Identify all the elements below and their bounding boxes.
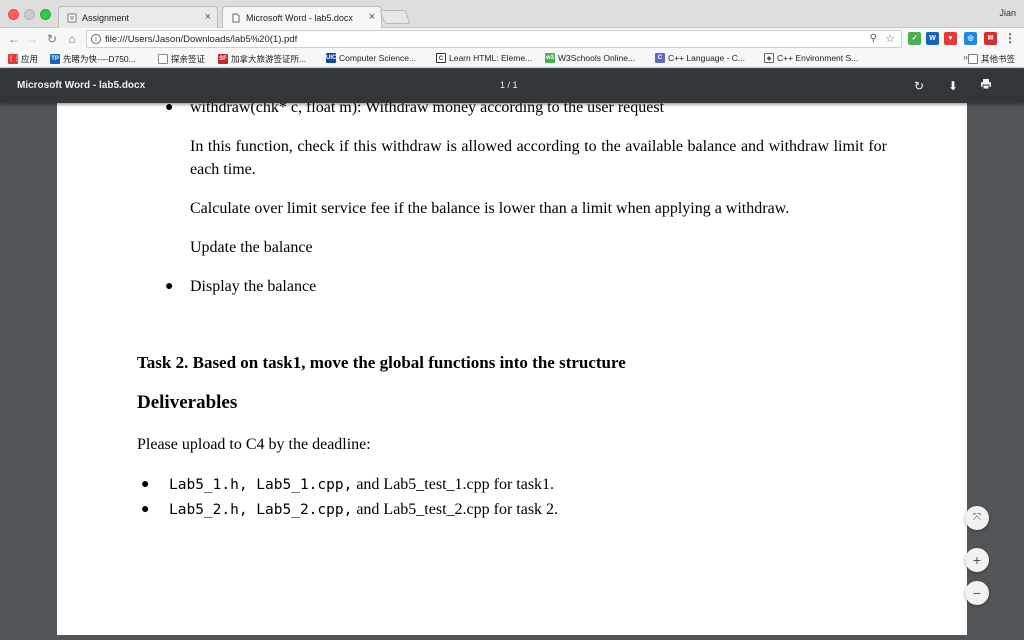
mail-extension-icon[interactable]: ✉ [984,32,997,45]
bookmark-w3schools[interactable]: w3 W3Schools Online... [545,53,635,63]
display-item: Display the balance [190,278,317,295]
w3schools-icon: w3 [545,53,555,63]
zoom-in-icon[interactable]: + [965,548,989,572]
bookmark-apps[interactable]: ⋮⋮ 应用 [8,53,38,65]
bullet-icon: ● [165,103,174,115]
minimize-window-button[interactable] [24,9,35,20]
pdf-title: Microsoft Word - lab5.docx [17,80,146,91]
file-icon [158,54,168,64]
bookmark-label: W3Schools Online... [558,53,636,63]
zoom-out-icon[interactable]: − [965,581,989,605]
deliverable-item-2: Lab5_2.h, Lab5_2.cpp, and Lab5_test_2.cp… [169,498,558,522]
info-icon[interactable]: i [91,34,101,44]
update-paragraph: Update the balance [190,239,313,256]
menu-dots-icon[interactable]: ⋮ [1004,31,1016,45]
withdraw-item: withdraw(chk* c, float m): Withdraw mone… [190,103,665,116]
address-bar[interactable]: i file:///Users/Jason/Downloads/lab5%20(… [86,30,902,48]
deliverable-code: Lab5_1.h, Lab5_1.cpp, [169,477,353,493]
bookmark-cpp-environment[interactable]: ◈ C++ Environment S... [764,53,858,63]
bookmark-star-icon[interactable]: ☆ [885,32,895,45]
task2-heading: Task 2. Based on task1, move the global … [137,353,626,372]
withdraw-paragraph: In this function, check if this withdraw… [190,138,887,178]
bookmark-label: 其他书签 [981,54,1016,64]
screenshot-extension-icon[interactable]: ◎ [964,32,977,45]
bullet-icon: ● [141,477,150,492]
fit-page-icon[interactable]: ⤧ [965,506,989,530]
bookmark-label: Computer Science... [339,53,417,63]
print-icon[interactable] [978,78,994,94]
tab-assignment[interactable]: Assignment × [58,6,218,28]
gear-icon: ◈ [764,53,774,63]
bookmark-d750[interactable]: TP 先睹为快----D750... [50,53,136,65]
forward-icon[interactable]: → [24,31,40,47]
page-indicator: 1 / 1 [500,80,518,90]
cplusplus-icon: C [655,53,665,63]
tab-lab5-pdf[interactable]: Microsoft Word - lab5.docx × [222,6,382,28]
close-window-button[interactable] [8,9,19,20]
download-icon[interactable]: ⬇ [945,78,961,94]
browser-toolbar: ← → ↻ ⌂ i file:///Users/Jason/Downloads/… [0,28,1024,50]
bookmark-learn-html[interactable]: C Learn HTML: Eleme... [436,53,532,63]
back-icon[interactable]: ← [6,31,22,47]
maximize-window-button[interactable] [40,9,51,20]
rotate-icon[interactable]: ↻ [911,78,927,94]
bookmark-canada-visa[interactable]: SF 加拿大旅游签证所... [218,53,306,65]
deliverable-item-1: Lab5_1.h, Lab5_1.cpp, and Lab5_test_1.cp… [169,473,554,497]
chrome-extension-icon[interactable]: ✓ [908,32,921,45]
file-icon [231,13,241,23]
document-icon [67,13,77,23]
deliverable-text: and Lab5_test_1.cpp for task1. [352,476,555,493]
upload-paragraph: Please upload to C4 by the deadline: [137,436,371,453]
bookmarks-bar: ⋮⋮ 应用 TP 先睹为快----D750... 探亲签证 SF 加拿大旅游签证… [0,50,1024,68]
site-icon: SF [218,54,228,64]
bookmark-label: 先睹为快----D750... [63,54,136,64]
deliverable-code: Lab5_2.h, Lab5_2.cpp, [169,502,353,518]
bullet-icon: ● [165,279,174,294]
bullet-icon: ● [141,502,150,517]
uic-icon: UIC [326,53,337,63]
bookmark-label: Learn HTML: Eleme... [449,53,533,63]
tab-strip: Assignment × Microsoft Word - lab5.docx … [0,0,1024,28]
pdf-viewer[interactable]: ● withdraw(chk* c, float m): Withdraw mo… [0,103,1024,640]
bookmark-other[interactable]: 其他书签 [968,53,1015,65]
bookmark-label: C++ Environment S... [777,53,859,63]
close-icon[interactable]: × [369,11,375,23]
tab-label: Assignment [82,12,130,23]
site-icon: C [436,53,446,63]
deliverable-text: and Lab5_test_2.cpp for task 2. [352,501,559,518]
pdf-page: ● withdraw(chk* c, float m): Withdraw mo… [57,103,967,635]
translate-extension-icon[interactable]: W [926,32,939,45]
pdf-toolbar: Microsoft Word - lab5.docx 1 / 1 ↻ ⬇ [0,69,1024,103]
bookmark-visa[interactable]: 探亲签证 [158,53,205,65]
url-text[interactable]: file:///Users/Jason/Downloads/lab5%20(1)… [105,34,297,45]
profile-name[interactable]: Jian [999,8,1016,18]
zoom-icon[interactable]: ⚲ [870,33,877,44]
close-icon[interactable]: × [205,11,211,23]
new-tab-button[interactable] [379,10,411,24]
bookmark-computer-science[interactable]: UIC Computer Science... [326,53,416,63]
site-icon: TP [50,54,60,64]
tab-label: Microsoft Word - lab5.docx [246,12,353,23]
pocket-extension-icon[interactable]: ♥ [944,32,957,45]
reload-icon[interactable]: ↻ [44,31,60,47]
bookmark-label: C++ Language - C... [668,53,746,63]
bookmark-label: 加拿大旅游签证所... [231,54,307,64]
bookmark-cpp-language[interactable]: C C++ Language - C... [655,53,745,63]
folder-icon [968,54,978,64]
apps-grid-icon: ⋮⋮ [8,54,20,64]
deliverables-heading: Deliverables [137,392,238,413]
bookmark-label: 应用 [21,54,39,64]
fee-paragraph: Calculate over limit service fee if the … [190,200,790,217]
bookmark-label: 探亲签证 [171,54,206,64]
home-icon[interactable]: ⌂ [64,31,80,47]
